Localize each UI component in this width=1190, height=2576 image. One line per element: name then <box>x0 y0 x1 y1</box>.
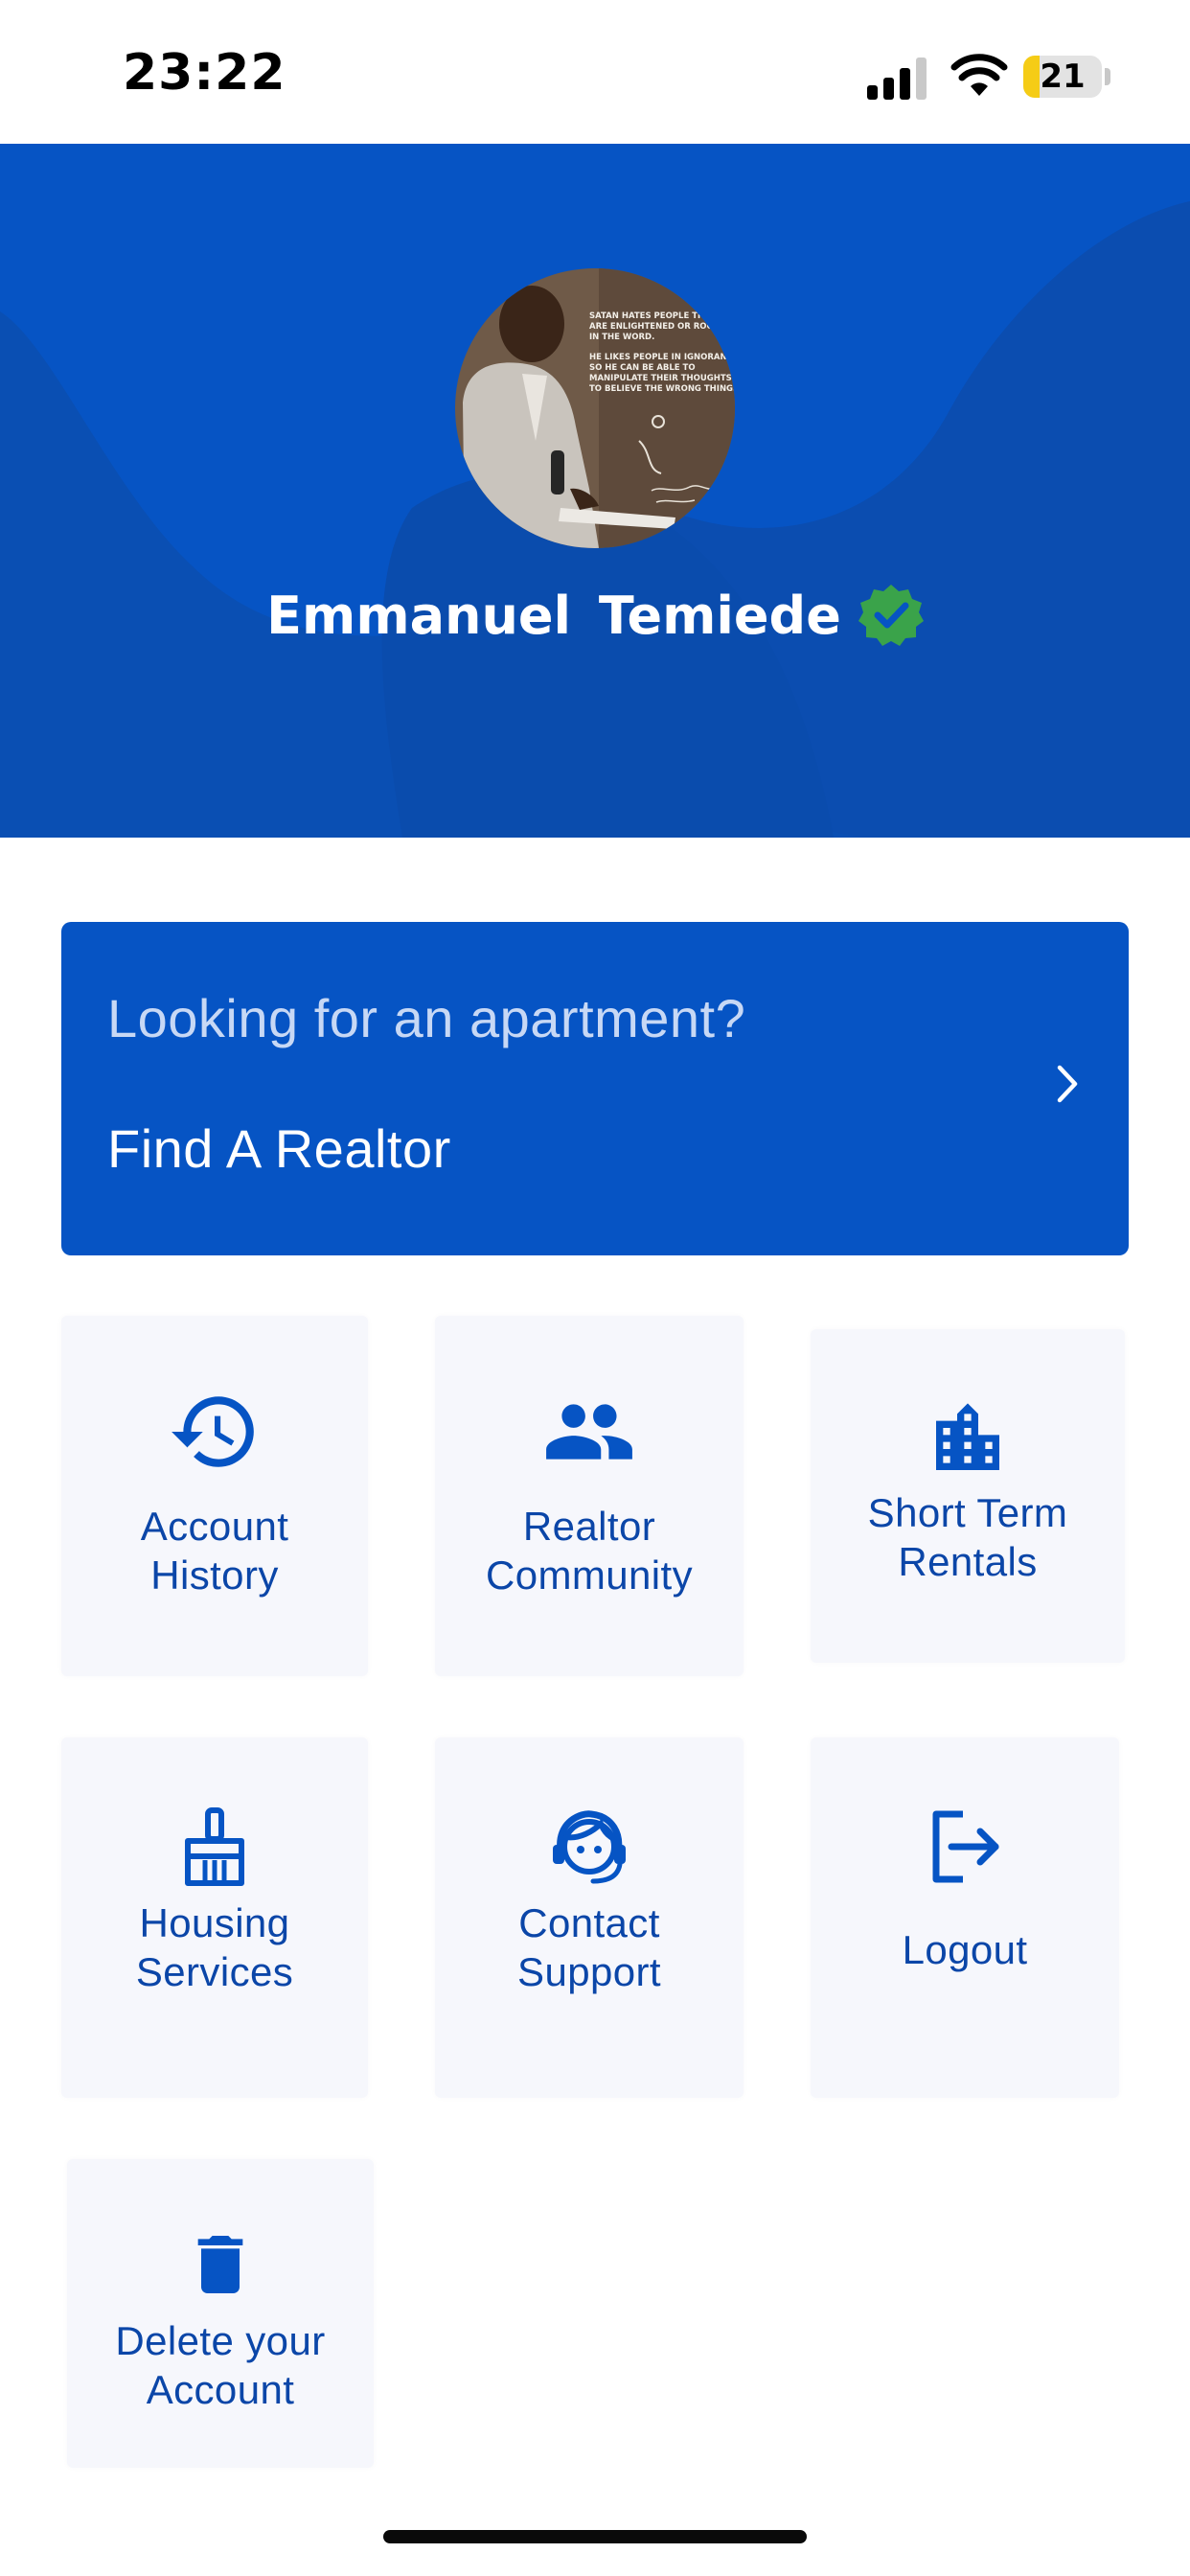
find-realtor-banner[interactable]: Looking for an apartment? Find A Realtor <box>61 922 1129 1255</box>
banner-title: Find A Realtor <box>107 1118 451 1179</box>
tile-label: Account History <box>140 1504 289 1598</box>
contact-support-tile[interactable]: Contact Support <box>435 1737 744 2098</box>
account-history-tile[interactable]: Account History <box>61 1316 368 1676</box>
tile-label: Delete your Account <box>115 2318 326 2412</box>
housing-services-tile[interactable]: Housing Services <box>61 1737 368 2098</box>
tile-label: Short Term Rentals <box>867 1490 1068 1584</box>
short-term-rentals-tile[interactable]: Short Term Rentals <box>811 1329 1125 1663</box>
avatar-caption-line: HE LIKES PEOPLE IN IGNORANCE, <box>589 353 735 362</box>
battery-level: 21 <box>1040 58 1086 96</box>
realtor-community-tile[interactable]: Realtor Community <box>435 1316 744 1676</box>
tile-label: Logout <box>902 1927 1028 1972</box>
avatar-caption-line: MANIPULATE THEIR THOUGHTS <box>589 374 732 383</box>
profile-name: Emmanuel Temiede <box>266 585 841 646</box>
avatar-caption-line: SATAN HATES PEOPLE THAT <box>589 311 716 321</box>
battery-cap <box>1105 68 1110 85</box>
profile-name-row: Emmanuel Temiede <box>0 577 1190 654</box>
support-agent-icon <box>553 1810 626 1884</box>
avatar-caption-line: TO BELIEVE THE WRONG THINGS. <box>589 384 735 394</box>
tile-label: Housing Services <box>135 1900 294 1994</box>
home-indicator[interactable] <box>383 2530 807 2543</box>
tile-label: Realtor Community <box>486 1504 693 1598</box>
profile-header: SATAN HATES PEOPLE THAT ARE ENLIGHTENED … <box>0 144 1190 838</box>
verified-badge-icon <box>858 585 924 646</box>
building-icon <box>936 1403 999 1470</box>
cellular-signal-icon <box>867 58 927 100</box>
chevron-right-icon[interactable] <box>1044 1062 1088 1106</box>
status-time: 23:22 <box>123 44 286 102</box>
avatar-photo: SATAN HATES PEOPLE THAT ARE ENLIGHTENED … <box>455 268 735 548</box>
profile-avatar[interactable]: SATAN HATES PEOPLE THAT ARE ENLIGHTENED … <box>455 268 735 548</box>
avatar-caption-line: SO HE CAN BE ABLE TO <box>589 363 696 373</box>
group-icon <box>546 1404 632 1460</box>
avatar-caption-line: IN THE WORD. <box>589 333 654 342</box>
battery-icon: 21 <box>1023 56 1102 98</box>
status-bar: 23:22 21 <box>0 0 1190 144</box>
history-icon <box>172 1396 254 1467</box>
profile-screen: 23:22 21 SATAN HATES PEOPLE THAT ARE ENL… <box>0 0 1190 2576</box>
logout-icon <box>932 1810 999 1883</box>
delete-account-tile[interactable]: Delete your Account <box>67 2159 374 2468</box>
wifi-icon <box>950 54 1008 96</box>
banner-question: Looking for an apartment? <box>107 988 746 1048</box>
tile-label: Contact Support <box>517 1900 661 1994</box>
broom-icon <box>185 1807 244 1886</box>
trash-icon <box>197 2236 243 2293</box>
logout-tile[interactable]: Logout <box>811 1737 1119 2098</box>
